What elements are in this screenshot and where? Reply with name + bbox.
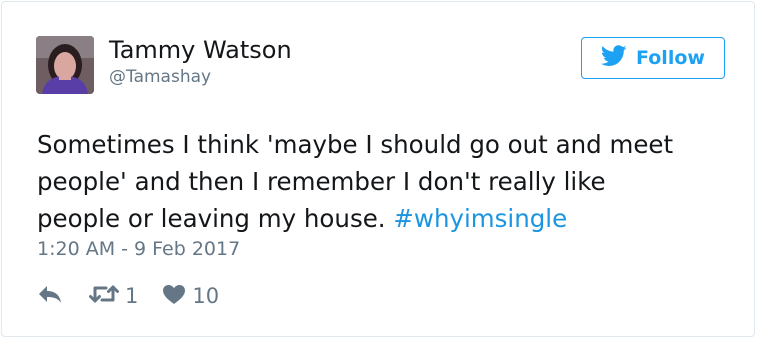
tweet-text: Sometimes I think 'maybe I should go out… [37, 126, 737, 237]
heart-icon [162, 284, 186, 309]
tweet-text-line: Sometimes I think 'maybe I should go out… [37, 130, 674, 159]
follow-label: Follow [636, 46, 705, 69]
tweet-card: Tammy Watson @Tamashay Follow Sometimes … [1, 1, 755, 337]
like-count: 10 [192, 283, 220, 308]
retweet-button[interactable]: 1 [89, 283, 138, 309]
display-name[interactable]: Tammy Watson [109, 38, 292, 62]
reply-button[interactable] [37, 284, 63, 308]
tweet-text-line: people or leaving my house. #whyimsingle [37, 200, 737, 237]
tweet-text-segment: people or leaving my house. [37, 204, 394, 233]
avatar[interactable] [36, 36, 94, 94]
tweet-actions: 1 10 [37, 284, 219, 308]
retweet-icon [89, 283, 119, 309]
like-button[interactable]: 10 [162, 284, 219, 309]
retweet-count: 1 [125, 283, 139, 308]
tweet-text-line: people' and then I remember I don't real… [37, 167, 606, 196]
reply-icon [37, 284, 63, 308]
user-handle[interactable]: @Tamashay [109, 69, 211, 86]
hashtag-link[interactable]: #whyimsingle [393, 204, 567, 233]
follow-button[interactable]: Follow [581, 37, 725, 79]
tweet-timestamp[interactable]: 1:20 AM - 9 Feb 2017 [37, 240, 240, 259]
twitter-bird-icon [600, 45, 627, 71]
